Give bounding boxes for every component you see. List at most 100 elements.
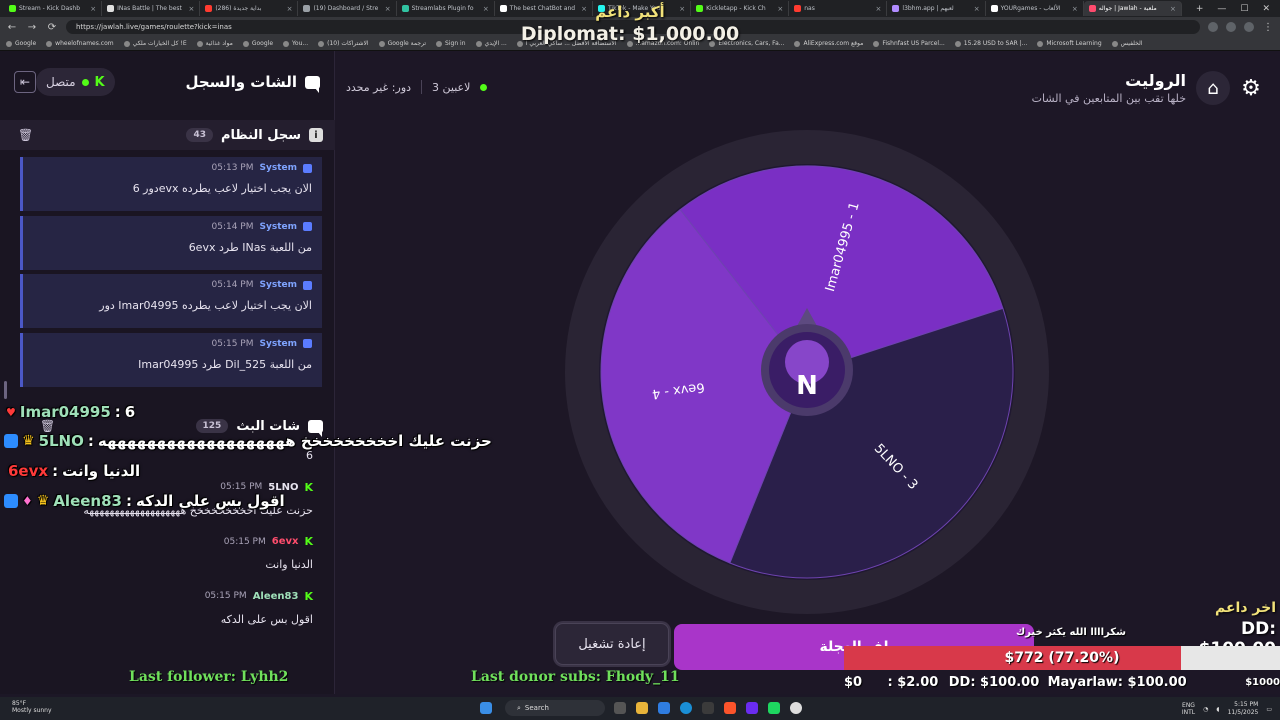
system-log-list[interactable]: 05:13 PM System دور 6evx الان يجب اختيار ل… xyxy=(20,157,322,387)
overlay-chat-name: 5LNO xyxy=(38,432,84,450)
bookmark-item[interactable]: Google xyxy=(242,40,274,47)
bookmark-item[interactable]: الخلفيس xyxy=(1111,40,1143,47)
bookmark-item[interactable]: Google ترجمة xyxy=(378,40,426,47)
notification-icon[interactable]: ▭ xyxy=(1266,706,1272,713)
overlay-chat-separator: : xyxy=(87,432,94,450)
close-tab-icon[interactable]: × xyxy=(287,5,293,13)
bookmark-item[interactable]: wheelofnames.com xyxy=(46,40,114,47)
close-tab-icon[interactable]: × xyxy=(876,5,882,13)
bookmark-item[interactable]: (10) الاشتراكات xyxy=(318,40,369,47)
tab-label: YOURgames - الألعاب xyxy=(1000,5,1061,12)
donation-goal-text: $772 (77.20%) xyxy=(1004,650,1120,666)
tab-favicon-icon xyxy=(401,5,409,12)
taskbar-search[interactable]: ⌕ Search xyxy=(505,700,605,716)
volume-icon[interactable]: ◖ xyxy=(1216,706,1219,713)
bookmark-label: الإيدي ... xyxy=(484,40,507,47)
bookmark-item[interactable]: الإيدي ... xyxy=(475,40,507,47)
input-language[interactable]: ENG INTL xyxy=(1182,702,1195,716)
close-tab-icon[interactable]: × xyxy=(777,5,783,13)
new-tab-icon[interactable]: + xyxy=(1196,4,1204,14)
weather-text: Mostly sunny xyxy=(12,707,52,715)
bookmark-favicon-icon xyxy=(283,40,290,47)
start-windows-icon[interactable] xyxy=(480,702,492,714)
browser-tab[interactable]: (19) Dashboard / Stre × xyxy=(298,1,397,16)
extension-icon[interactable] xyxy=(1208,22,1218,32)
bookmark-label: Google xyxy=(251,40,274,47)
chat-panel-title-text: الشات والسجل xyxy=(185,73,297,91)
wifi-icon[interactable]: ◔ xyxy=(1203,706,1208,713)
settings-button[interactable]: ⚙ xyxy=(1240,76,1262,101)
top-donor-overlay: أكبر داعم Diplomat: $1,000.00 xyxy=(520,3,740,45)
close-window-icon[interactable]: ✕ xyxy=(1262,4,1270,14)
close-tab-icon[interactable]: × xyxy=(385,5,391,13)
tab-favicon-icon xyxy=(499,5,507,12)
back-icon[interactable]: ← xyxy=(6,22,18,33)
moderator-badge-icon xyxy=(4,434,18,448)
minimize-icon[interactable]: — xyxy=(1217,4,1226,14)
chat-username[interactable]: Aleen83 xyxy=(253,591,299,602)
browser-tab[interactable]: جواله | Jawlah - ملعبة × xyxy=(1083,1,1182,16)
bookmark-item[interactable]: Google xyxy=(6,40,36,47)
kick-badge-icon: K xyxy=(304,535,313,548)
close-tab-icon[interactable]: × xyxy=(483,5,489,13)
scrollbar-thumb[interactable] xyxy=(4,381,7,399)
chrome-icon[interactable] xyxy=(790,702,802,714)
browser-tab[interactable]: INas Battle | The best × xyxy=(102,1,201,16)
clear-chat-trash-icon[interactable]: 🗑 xyxy=(40,419,55,433)
chat-username[interactable]: 5LNO xyxy=(268,482,298,493)
close-tab-icon[interactable]: × xyxy=(90,5,96,13)
bookmark-item[interactable]: 15.28 USD to SAR |... xyxy=(954,40,1027,47)
photos-icon[interactable] xyxy=(658,702,670,714)
profile-avatar[interactable] xyxy=(1244,22,1254,32)
collapse-panel-button[interactable]: ⇤ xyxy=(14,71,36,93)
menu-icon[interactable]: ⋮ xyxy=(1262,22,1274,33)
browser-tab[interactable]: Streamlabs Plugin fo × xyxy=(397,1,495,16)
taskbar-app-icon[interactable] xyxy=(768,702,780,714)
maximize-icon[interactable]: ☐ xyxy=(1240,4,1248,14)
file-explorer-icon[interactable] xyxy=(636,702,648,714)
task-view-icon[interactable] xyxy=(614,702,626,714)
overlay-chat-line: 6evx : الدنيا وانت xyxy=(8,462,140,480)
tab-favicon-icon xyxy=(1088,5,1096,12)
forward-icon[interactable]: → xyxy=(26,22,38,33)
brave-icon[interactable] xyxy=(724,702,736,714)
bookmark-item[interactable]: Sign in xyxy=(436,40,466,47)
bookmark-item[interactable]: You... xyxy=(283,40,308,47)
log-meta: 05:14 PM System xyxy=(23,280,312,290)
browser-tab[interactable]: (286) بداية جديدة × xyxy=(200,1,299,16)
close-tab-icon[interactable]: × xyxy=(1072,5,1078,13)
bookmark-item[interactable]: كل الخيارات ملكي !E xyxy=(123,40,187,47)
tab-label: INas Battle | The best xyxy=(117,5,182,12)
browser-tab[interactable]: l3bhm.app | لعبهم × xyxy=(887,1,986,16)
overlay-chat-text: الدنيا وانت xyxy=(62,462,141,480)
reload-icon[interactable]: ⟳ xyxy=(46,22,58,33)
close-tab-icon[interactable]: × xyxy=(188,5,194,13)
close-tab-icon[interactable]: × xyxy=(1170,5,1176,13)
tab-favicon-icon xyxy=(303,5,311,12)
gear-icon: ⚙ xyxy=(1241,75,1261,101)
star-icon[interactable] xyxy=(1226,22,1236,32)
clear-log-trash-icon[interactable]: 🗑 xyxy=(18,128,33,142)
bookmark-item[interactable]: مواد غذائية xyxy=(196,40,233,47)
overlay-chat-text: اقول بس على الدكه xyxy=(135,492,285,510)
taskbar-app-icon[interactable] xyxy=(746,702,758,714)
bookmark-favicon-icon xyxy=(318,40,325,47)
browser-tab[interactable]: YOURgames - الألعاب × xyxy=(986,1,1084,16)
close-tab-icon[interactable]: × xyxy=(974,5,980,13)
weather-widget[interactable]: 85°F Mostly sunny xyxy=(12,700,52,714)
home-icon: ⌂ xyxy=(1207,77,1219,99)
last-follower-overlay: Last follower: Lyhh2 xyxy=(129,669,289,685)
roulette-wheel[interactable]: Imar04995 - 1 5LNO - 3 6evx - 4 N xyxy=(565,130,1049,614)
bookmark-item[interactable]: Fishnfast US Parcel... xyxy=(873,40,945,47)
bookmark-item[interactable]: Microsoft Learning xyxy=(1037,40,1102,47)
home-button[interactable]: ⌂ xyxy=(1196,71,1230,105)
browser-tab[interactable]: nas × xyxy=(789,1,888,16)
taskbar-clock[interactable]: 5:15 PM 11/5/2025 xyxy=(1228,701,1259,717)
chat-username[interactable]: 6evx xyxy=(272,536,299,547)
browser-tab[interactable]: Stream - Kick Dashb × xyxy=(4,1,103,16)
taskbar-app-icon[interactable] xyxy=(702,702,714,714)
bookmark-item[interactable]: AliExpress.com موقع xyxy=(794,40,863,47)
replay-button[interactable]: إعادة تشغيل xyxy=(555,623,669,665)
edge-icon[interactable] xyxy=(680,702,692,714)
stream-chat-list[interactable]: 6 05:15 PM 5LNO K حزنت عليك اخخخخخخخخخ ههههه… xyxy=(0,448,335,688)
